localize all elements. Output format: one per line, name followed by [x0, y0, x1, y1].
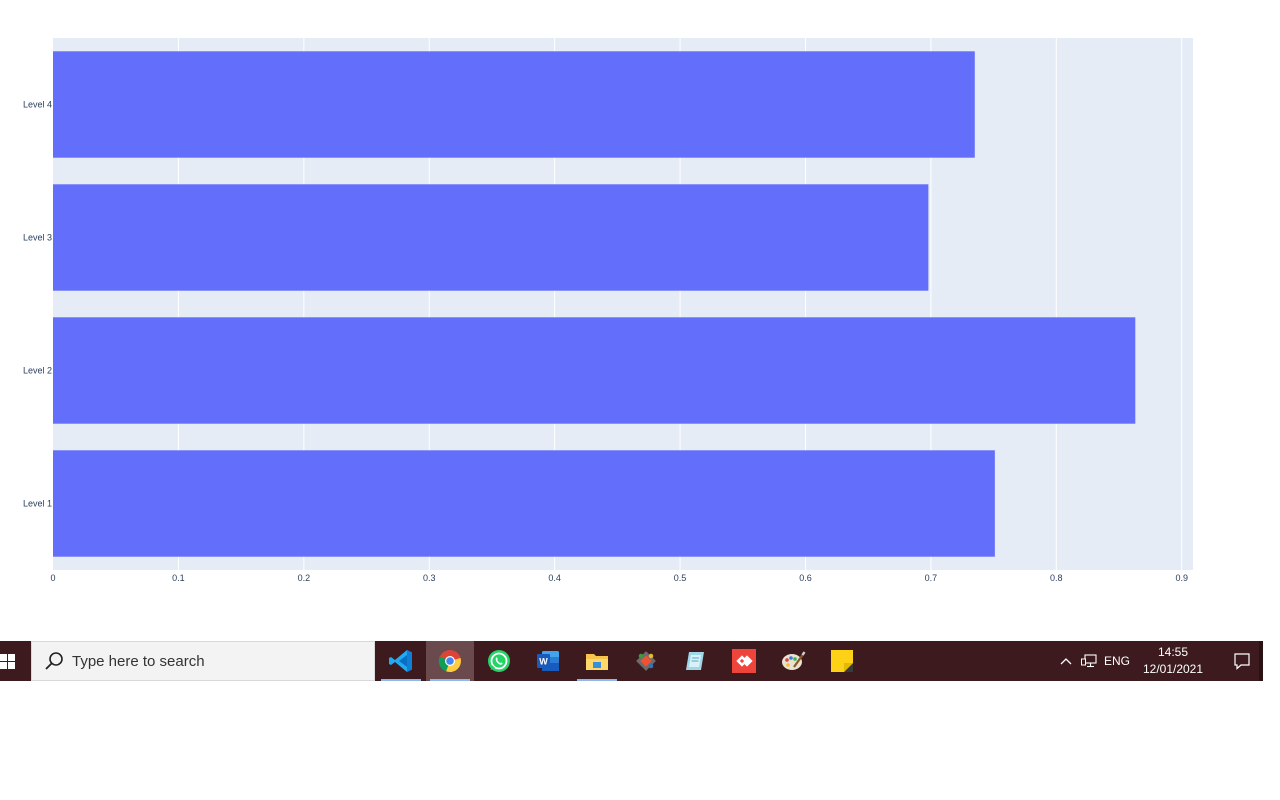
svg-text:W: W: [539, 657, 548, 667]
notes-app-icon: [686, 652, 704, 670]
search-placeholder: Type here to search: [72, 652, 205, 670]
taskbar-app-anydesk[interactable]: [720, 641, 768, 681]
taskbar-app-paint[interactable]: [769, 641, 817, 681]
bar: [53, 184, 929, 291]
whatsapp-icon: [488, 650, 510, 672]
clock-time: 14:55: [1157, 645, 1189, 659]
sticky-notes-icon: [831, 650, 853, 672]
chevron-up-icon: [1060, 658, 1072, 665]
x-tick-label: 0.7: [925, 573, 938, 583]
x-tick-label: 0.2: [298, 573, 311, 583]
language-indicator[interactable]: ENG: [1103, 641, 1131, 681]
bar-chart: Level 1 Level 2 Level 3 Level 4 0 0.1 0.2 0.3 0.…: [0, 0, 1280, 600]
search-icon: [45, 652, 63, 670]
taskbar-app-vscode[interactable]: [377, 641, 425, 681]
x-tick-label: 0.9: [1175, 573, 1188, 583]
action-center-button[interactable]: [1227, 641, 1257, 681]
taskbar-app-word[interactable]: W: [524, 641, 572, 681]
y-tick-label: Level 3: [23, 233, 52, 243]
taskbar-app-notes[interactable]: [671, 641, 719, 681]
show-hidden-icons-button[interactable]: [1057, 641, 1075, 681]
running-indicator: [430, 679, 470, 681]
bar: [53, 51, 975, 158]
network-button[interactable]: [1079, 641, 1099, 681]
taskbar-search-box[interactable]: Type here to search: [31, 641, 375, 681]
vscode-icon: [389, 650, 412, 672]
x-tick-label: 0.6: [799, 573, 812, 583]
clock-date: 12/01/2021: [1142, 662, 1204, 676]
taskbar: Type here to search W ENG 14:55 12/01/20…: [0, 641, 1263, 681]
taskbar-app-sticky-notes[interactable]: [818, 641, 866, 681]
x-tick-label: 0.5: [674, 573, 687, 583]
bar: [53, 450, 995, 557]
word-icon: W: [537, 651, 559, 671]
taskbar-app-chrome[interactable]: [426, 641, 474, 681]
x-tick-label: 0.8: [1050, 573, 1063, 583]
running-indicator: [577, 679, 617, 681]
system-tray: ENG 14:55 12/01/2021: [1053, 641, 1263, 681]
taskbar-app-file-explorer[interactable]: [573, 641, 621, 681]
network-icon: [1081, 654, 1097, 668]
start-button[interactable]: [0, 641, 30, 681]
y-tick-label: Level 2: [23, 366, 52, 376]
taskbar-app-whatsapp[interactable]: [475, 641, 523, 681]
windows-logo-icon: [0, 653, 15, 669]
bar: [53, 317, 1136, 424]
x-tick-label: 0.4: [548, 573, 561, 583]
chart-svg: Level 1 Level 2 Level 3 Level 4 0 0.1 0.2 0.3 0.…: [23, 38, 1193, 583]
git-gui-icon: [636, 651, 656, 671]
x-tick-label: 0.1: [172, 573, 185, 583]
taskbar-app-git-gui[interactable]: [622, 641, 670, 681]
x-tick-label: 0.3: [423, 573, 436, 583]
taskbar-edge: [1259, 641, 1263, 681]
running-indicator: [381, 679, 421, 681]
chrome-icon: [438, 650, 461, 673]
x-tick-label: 0: [50, 573, 55, 583]
y-tick-label: Level 4: [23, 100, 52, 110]
anydesk-icon: [732, 649, 756, 673]
file-explorer-icon: [586, 654, 608, 670]
paint-icon: [782, 651, 806, 670]
notification-icon: [1234, 653, 1250, 670]
clock[interactable]: 14:55 12/01/2021: [1137, 641, 1209, 681]
y-tick-label: Level 1: [23, 499, 52, 509]
